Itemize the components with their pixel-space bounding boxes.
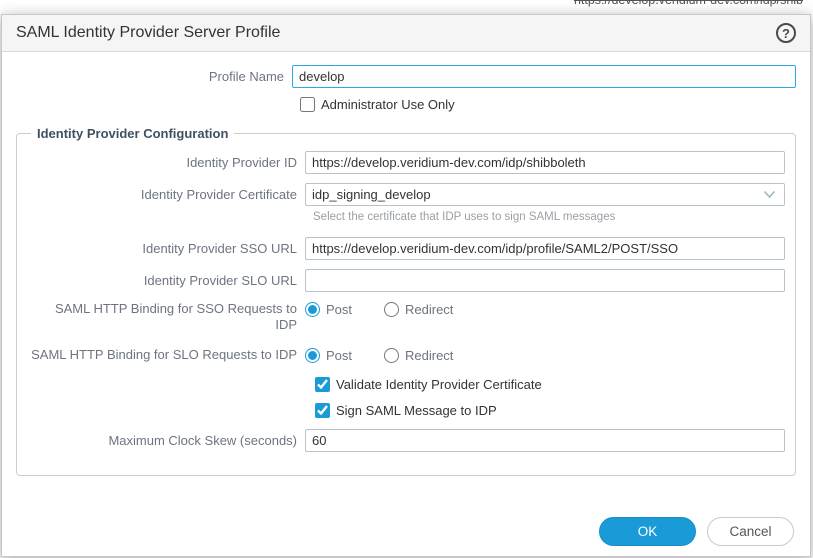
validate-idp-certificate-checkbox[interactable] — [315, 377, 330, 392]
slo-binding-label: SAML HTTP Binding for SLO Requests to ID… — [27, 347, 305, 363]
ok-button[interactable]: OK — [599, 517, 696, 546]
sso-binding-redirect-radio[interactable] — [384, 302, 399, 317]
saml-idp-server-profile-dialog: SAML Identity Provider Server Profile ? … — [1, 14, 811, 557]
certificate-helper-text: Select the certificate that IDP uses to … — [313, 211, 785, 223]
maximum-clock-skew-input[interactable] — [305, 429, 785, 452]
validate-idp-certificate-label: Validate Identity Provider Certificate — [336, 377, 542, 392]
chevron-down-icon — [763, 190, 776, 199]
dialog-footer: OK Cancel — [599, 517, 794, 546]
identity-provider-id-input[interactable] — [305, 151, 785, 174]
identity-provider-configuration-section: Identity Provider Configuration Identity… — [16, 126, 796, 476]
dialog-body: Profile Name Administrator Use Only Iden… — [2, 52, 810, 556]
identity-provider-certificate-select[interactable]: idp_signing_develop — [305, 183, 785, 206]
maximum-clock-skew-label: Maximum Clock Skew (seconds) — [27, 433, 305, 449]
administrator-use-only-checkbox[interactable] — [300, 97, 315, 112]
slo-binding-radio-group: Post Redirect — [305, 347, 453, 363]
sso-binding-label: SAML HTTP Binding for SSO Requests to ID… — [27, 301, 305, 333]
identity-provider-configuration-legend: Identity Provider Configuration — [31, 126, 234, 141]
slo-binding-redirect-radio[interactable] — [384, 348, 399, 363]
slo-binding-redirect-label: Redirect — [405, 348, 453, 363]
sso-binding-redirect-label: Redirect — [405, 302, 453, 317]
identity-provider-id-label: Identity Provider ID — [27, 155, 305, 171]
profile-name-label: Profile Name — [16, 69, 292, 85]
profile-name-input[interactable] — [292, 65, 796, 88]
sign-saml-message-checkbox[interactable] — [315, 403, 330, 418]
identity-provider-certificate-value: idp_signing_develop — [312, 187, 431, 202]
identity-provider-sso-url-input[interactable] — [305, 237, 785, 260]
slo-binding-post-radio[interactable] — [305, 348, 320, 363]
identity-provider-certificate-label: Identity Provider Certificate — [27, 187, 305, 203]
dialog-title: SAML Identity Provider Server Profile — [16, 24, 280, 42]
sso-binding-post-label: Post — [326, 302, 352, 317]
slo-binding-post-label: Post — [326, 348, 352, 363]
dialog-header: SAML Identity Provider Server Profile ? — [2, 15, 810, 52]
cancel-button[interactable]: Cancel — [707, 517, 794, 546]
administrator-use-only-label: Administrator Use Only — [321, 97, 455, 112]
identity-provider-slo-url-label: Identity Provider SLO URL — [27, 273, 305, 289]
identity-provider-sso-url-label: Identity Provider SSO URL — [27, 241, 305, 257]
sso-binding-radio-group: Post Redirect — [305, 301, 453, 317]
sso-binding-post-radio[interactable] — [305, 302, 320, 317]
help-icon[interactable]: ? — [776, 23, 796, 43]
background-url-text: https://develop.veridium-dev.com/idp/shi… — [574, 0, 803, 7]
identity-provider-slo-url-input[interactable] — [305, 269, 785, 292]
sign-saml-message-label: Sign SAML Message to IDP — [336, 403, 497, 418]
